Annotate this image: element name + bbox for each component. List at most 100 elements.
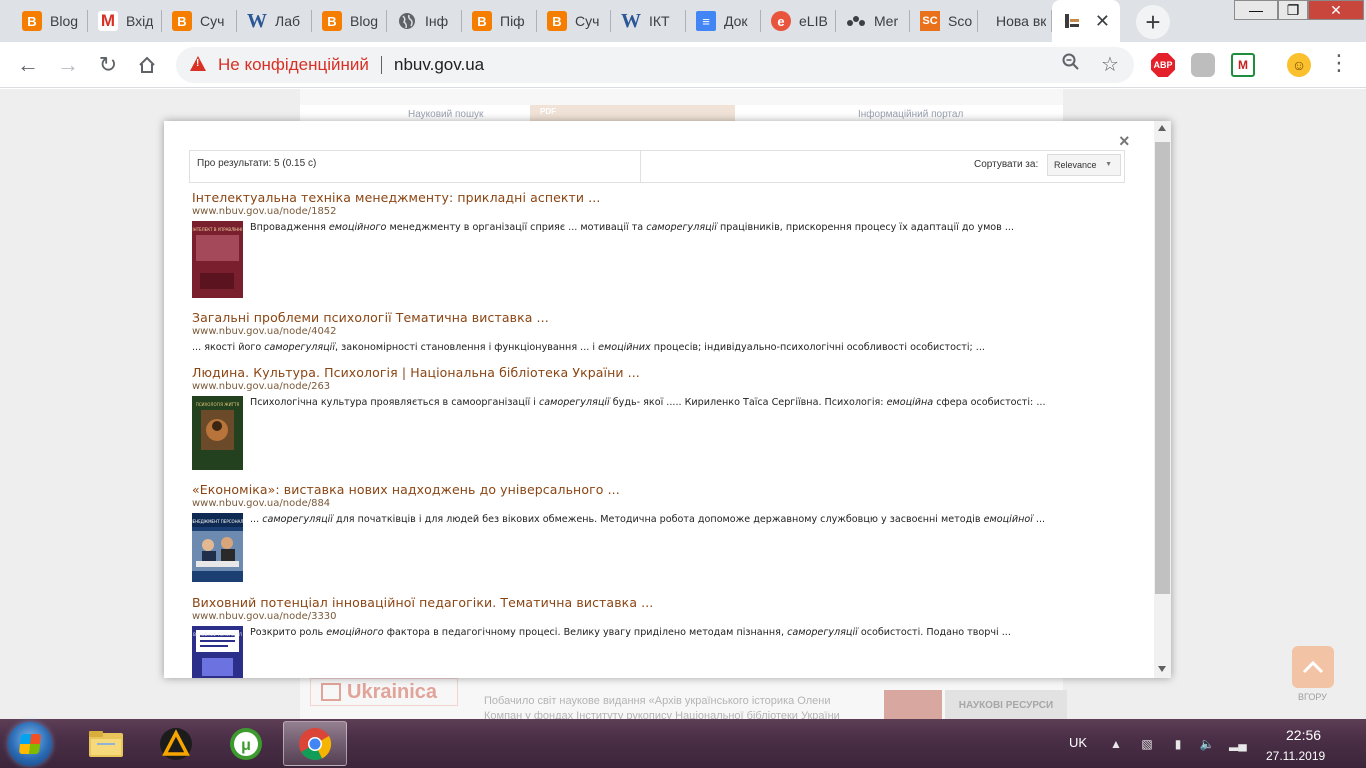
- taskbar-aimp[interactable]: [146, 721, 206, 766]
- page-portal-link[interactable]: Інформаційний портал: [858, 109, 963, 120]
- tab-close-icon[interactable]: ✕: [1095, 11, 1110, 32]
- browser-tab[interactable]: B Суч: [162, 0, 237, 42]
- snippet-text: ...: [1032, 514, 1046, 525]
- result-url[interactable]: www.nbuv.gov.ua/node/4042: [192, 326, 1112, 337]
- scroll-up-arrow-icon[interactable]: [1158, 125, 1166, 131]
- browser-tab[interactable]: Нова вк: [978, 0, 1052, 42]
- tray-arrow-icon[interactable]: ▲: [1108, 737, 1124, 751]
- result-url[interactable]: www.nbuv.gov.ua/node/263: [192, 381, 1112, 392]
- new-tab-button[interactable]: +: [1136, 5, 1170, 39]
- bookmark-star-icon[interactable]: ☆: [1101, 52, 1119, 77]
- taskbar-utorrent[interactable]: μ: [216, 721, 276, 766]
- modal-scrollbar[interactable]: [1154, 121, 1171, 678]
- ukrainica-logo-icon: [321, 683, 341, 701]
- blogger-icon: B: [472, 11, 492, 31]
- browser-tab[interactable]: M Вхід: [88, 0, 162, 42]
- ukrainica-banner[interactable]: Ukrainica: [310, 678, 458, 706]
- browser-tab[interactable]: B Суч: [537, 0, 611, 42]
- result-url[interactable]: www.nbuv.gov.ua/node/3330: [192, 611, 1112, 622]
- minimize-button[interactable]: —: [1234, 0, 1278, 20]
- result-thumbnail[interactable]: ВИХОВНИЙ ПОТЕНЦІАЛ: [192, 626, 243, 678]
- network-pc-icon[interactable]: ▧: [1139, 737, 1155, 751]
- sort-select[interactable]: Relevance ▼: [1047, 154, 1121, 176]
- result-body: ВИХОВНИЙ ПОТЕНЦІАЛ Розкрито роль емоційно…: [192, 626, 1112, 678]
- result-url[interactable]: www.nbuv.gov.ua/node/1852: [192, 206, 1112, 217]
- tab-title: Док: [724, 13, 748, 29]
- taskbar-explorer[interactable]: [76, 721, 136, 766]
- tab-title: Піф: [500, 13, 525, 29]
- clock-time[interactable]: 22:56: [1286, 727, 1321, 743]
- language-indicator[interactable]: UK: [1069, 735, 1087, 750]
- window-close-button[interactable]: ✕: [1308, 0, 1364, 20]
- start-button[interactable]: [8, 722, 52, 766]
- extension-icon[interactable]: [1191, 53, 1215, 77]
- security-label[interactable]: Не конфіденційний: [218, 55, 369, 75]
- resources-label[interactable]: НАУКОВІ РЕСУРСИ: [945, 690, 1067, 720]
- profile-emoji-icon[interactable]: ☺: [1287, 53, 1311, 77]
- forward-arrow-icon[interactable]: →: [53, 50, 83, 80]
- elibrary-icon: e: [771, 11, 791, 31]
- browser-tab[interactable]: ≡ Док: [686, 0, 761, 42]
- battery-icon[interactable]: ▮: [1170, 737, 1186, 751]
- browser-tab[interactable]: ✕: [1052, 0, 1120, 42]
- svg-text:ВИХОВНИЙ ПОТЕНЦІАЛ: ВИХОВНИЙ ПОТЕНЦІАЛ: [193, 632, 242, 637]
- back-arrow-icon[interactable]: ←: [13, 50, 43, 80]
- browser-tab[interactable]: SC Sco: [910, 0, 978, 42]
- modal-close-button[interactable]: ×: [1119, 131, 1130, 152]
- browser-tab[interactable]: Інф: [387, 0, 462, 42]
- result-thumbnail[interactable]: МЕНЕДЖМЕНТ ПЕРСОНАЛУ: [192, 513, 243, 582]
- scroll-down-arrow-icon[interactable]: [1158, 666, 1166, 672]
- result-thumbnail[interactable]: ІНТЕЛЕКТ В УПРАВЛІННІ: [192, 221, 243, 298]
- svg-text:μ: μ: [241, 737, 251, 754]
- snippet-highlight: саморегуляції: [264, 342, 336, 353]
- results-header: Про результати: 5 (0.15 с) Сортувати за:…: [189, 150, 1125, 183]
- url-text[interactable]: nbuv.gov.ua: [394, 55, 484, 75]
- wifi-signal-icon[interactable]: ▂▄: [1229, 737, 1247, 751]
- snippet-highlight: саморегуляції: [787, 627, 858, 638]
- scroll-to-top-button[interactable]: [1292, 646, 1334, 688]
- sort-select-value: Relevance: [1054, 160, 1097, 170]
- result-title-link[interactable]: Людина. Культура. Психологія | Національ…: [192, 365, 1112, 380]
- snippet-text: ...: [250, 514, 263, 525]
- browser-tab[interactable]: Mer: [836, 0, 910, 42]
- mendeley-extension-icon[interactable]: M: [1231, 53, 1255, 77]
- snippet-text: працівників, прискорення процесу їх адап…: [716, 222, 1015, 233]
- result-thumbnail[interactable]: ПСИХОЛОГІЯ ЖИТТЯ: [192, 396, 243, 470]
- result-title-link[interactable]: Виховний потенціал інноваційної педагогі…: [192, 595, 1112, 610]
- snippet-highlight: емоційного: [328, 222, 387, 233]
- taskbar-chrome[interactable]: [283, 721, 347, 766]
- browser-tab[interactable]: e eLIB: [761, 0, 836, 42]
- result-url[interactable]: www.nbuv.gov.ua/node/884: [192, 498, 1112, 509]
- snippet-highlight: саморегуляції: [646, 222, 717, 233]
- chrome-menu-icon[interactable]: ⋮: [1328, 52, 1350, 74]
- search-result: Виховний потенціал інноваційної педагогі…: [192, 595, 1112, 678]
- svg-text:МЕНЕДЖМЕНТ ПЕРСОНАЛУ: МЕНЕДЖМЕНТ ПЕРСОНАЛУ: [192, 519, 243, 524]
- result-body: ПСИХОЛОГІЯ ЖИТТЯ Психологічна культура пр…: [192, 396, 1112, 470]
- result-title-link[interactable]: Загальні проблеми психології Тематична в…: [192, 310, 1112, 325]
- address-bar[interactable]: Не конфіденційний nbuv.gov.ua ☆: [176, 47, 1134, 83]
- snippet-highlight: емоційна: [886, 397, 934, 408]
- volume-icon[interactable]: 🔈: [1199, 737, 1215, 751]
- results-header-divider: [640, 151, 641, 182]
- scrollbar-thumb[interactable]: [1155, 142, 1170, 594]
- maximize-button[interactable]: ❐: [1278, 0, 1308, 20]
- page-search-link[interactable]: Науковий пошук: [408, 109, 483, 120]
- snippet-text: процесів; індивідуально-психологічні осо…: [650, 342, 985, 353]
- tab-title: Інф: [425, 13, 449, 29]
- snippet-highlight: саморегуляції: [262, 514, 333, 525]
- browser-tab[interactable]: B Піф: [462, 0, 537, 42]
- browser-tab[interactable]: B Blog: [12, 0, 88, 42]
- result-title-link[interactable]: «Економіка»: виставка нових надходжень д…: [192, 482, 1112, 497]
- home-icon[interactable]: [132, 50, 162, 80]
- svg-text:ПСИХОЛОГІЯ ЖИТТЯ: ПСИХОЛОГІЯ ЖИТТЯ: [196, 402, 240, 407]
- result-title-link[interactable]: Інтелектуальна техніка менеджменту: прик…: [192, 190, 1112, 205]
- browser-tab[interactable]: W Лаб: [237, 0, 312, 42]
- browser-tab[interactable]: W ІКТ: [611, 0, 686, 42]
- zoom-icon[interactable]: [1062, 53, 1080, 76]
- browser-tab[interactable]: B Blog: [312, 0, 387, 42]
- scopus-icon: SC: [920, 11, 940, 31]
- clock-date[interactable]: 27.11.2019: [1266, 749, 1325, 763]
- blogger-icon: B: [172, 11, 192, 31]
- adblock-plus-icon[interactable]: ABP: [1151, 53, 1175, 77]
- reload-icon[interactable]: ↻: [93, 50, 123, 80]
